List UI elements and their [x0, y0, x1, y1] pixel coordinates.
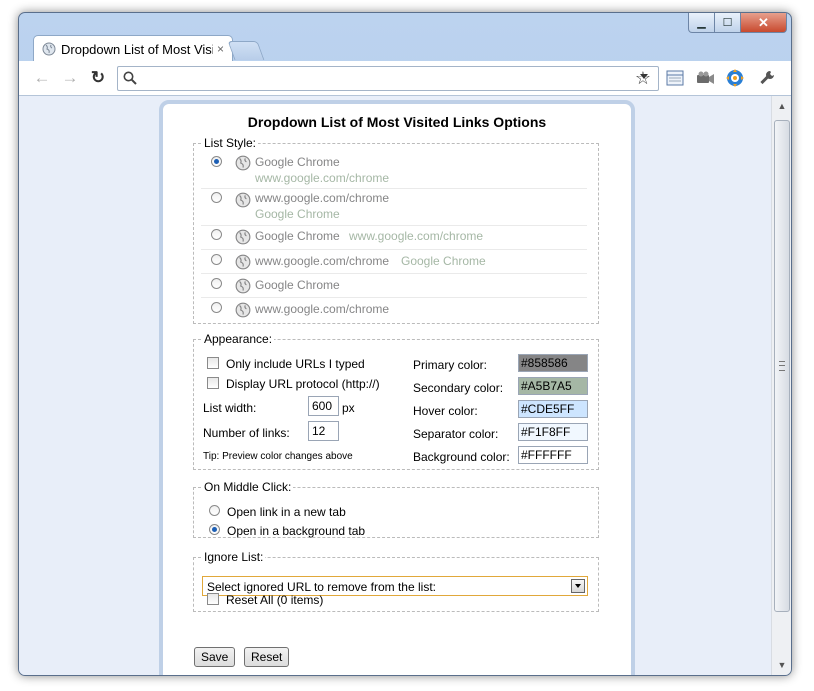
display-protocol-checkbox[interactable]	[207, 377, 219, 389]
minimize-button[interactable]: ▁	[688, 13, 715, 33]
option-primary-text: www.google.com/chrome	[255, 191, 390, 205]
background-color-input[interactable]	[518, 446, 588, 464]
list-style-radio[interactable]	[211, 192, 222, 203]
chevron-down-icon[interactable]	[571, 579, 585, 593]
vertical-scrollbar[interactable]: ▲ ▼	[771, 96, 791, 675]
globe-icon	[235, 278, 251, 294]
tab-close-icon[interactable]: ×	[217, 42, 224, 56]
save-button[interactable]: Save	[194, 647, 236, 667]
only-typed-checkbox[interactable]	[207, 357, 219, 369]
scrollbar-grip-icon	[779, 361, 785, 371]
ignore-list-legend: Ignore List:	[204, 550, 264, 564]
page-title: Dropdown List of Most Visited Links Opti…	[247, 114, 547, 130]
background-color-label: Background color:	[413, 450, 510, 464]
globe-icon	[235, 155, 251, 171]
extension-blue-gear-icon[interactable]	[724, 67, 746, 89]
globe-icon	[235, 192, 251, 208]
open-new-tab-radio[interactable]	[209, 505, 220, 516]
scrollbar-thumb[interactable]	[774, 120, 790, 612]
list-style-radio[interactable]	[211, 278, 222, 289]
list-style-option[interactable]: www.google.com/chrome Google Chrome	[201, 250, 587, 274]
secondary-color-label: Secondary color:	[413, 381, 504, 395]
list-style-option[interactable]: Google Chrome www.google.com/chrome	[201, 152, 587, 189]
primary-color-label: Primary color:	[413, 358, 488, 372]
scroll-down-arrow-icon[interactable]: ▼	[772, 657, 791, 673]
open-background-tab-label: Open in a background tab	[227, 524, 366, 538]
separator-color-label: Separator color:	[413, 427, 499, 441]
scroll-up-arrow-icon[interactable]: ▲	[772, 98, 791, 114]
option-secondary-text: Google Chrome	[255, 207, 340, 221]
bookmark-star-icon[interactable]: ☆	[632, 67, 654, 89]
option-primary-text: www.google.com/chrome	[255, 302, 390, 316]
page-viewport: Dropdown List of Most Visited Links Opti…	[19, 96, 771, 675]
browser-toolbar: ← → ↻ ☆	[19, 61, 791, 96]
appearance-legend: Appearance:	[204, 332, 273, 346]
display-protocol-label: Display URL protocol (http://)	[226, 377, 380, 391]
globe-icon	[42, 42, 56, 56]
option-secondary-text: www.google.com/chrome	[255, 171, 390, 185]
window-controls: ▁ ☐ ✕	[688, 13, 787, 33]
num-links-label: Number of links:	[203, 426, 290, 440]
wrench-icon[interactable]	[756, 67, 778, 89]
middle-click-legend: On Middle Click:	[204, 480, 292, 494]
list-style-radio[interactable]	[211, 302, 222, 313]
reload-icon[interactable]: ↻	[87, 67, 109, 89]
globe-icon	[235, 229, 251, 245]
option-secondary-text: www.google.com/chrome	[349, 229, 484, 243]
tab-title: Dropdown List of Most Visited Links Opti…	[61, 41, 213, 57]
list-style-radio[interactable]	[211, 254, 222, 265]
option-primary-text: Google Chrome	[255, 278, 340, 292]
list-style-option[interactable]: www.google.com/chrome	[201, 298, 587, 321]
open-new-tab-label: Open link in a new tab	[227, 505, 346, 519]
reset-button[interactable]: Reset	[244, 647, 290, 667]
list-width-unit: px	[342, 401, 355, 415]
only-typed-label: Only include URLs I typed	[226, 357, 365, 371]
page-action-icon[interactable]	[664, 67, 686, 89]
option-secondary-text: Google Chrome	[401, 254, 486, 268]
globe-icon	[235, 254, 251, 270]
open-background-tab-radio[interactable]	[209, 524, 220, 535]
separator-color-input[interactable]	[518, 423, 588, 441]
close-window-button[interactable]: ✕	[741, 13, 787, 33]
omnibox-input[interactable]	[144, 69, 618, 88]
list-style-radio[interactable]	[211, 229, 222, 240]
search-icon	[123, 71, 137, 85]
browser-tab[interactable]: Dropdown List of Most Visited Links Opti…	[33, 35, 233, 62]
secondary-color-input[interactable]	[518, 377, 588, 395]
list-style-legend: List Style:	[204, 136, 257, 150]
hover-color-input[interactable]	[518, 400, 588, 418]
primary-color-input[interactable]	[518, 354, 588, 372]
browser-window: ▁ ☐ ✕ Dropdown List of Most Visited Link…	[18, 12, 792, 676]
omnibox[interactable]	[117, 66, 659, 91]
new-tab-button[interactable]	[227, 41, 265, 60]
option-primary-text: www.google.com/chrome	[255, 254, 390, 268]
num-links-input[interactable]	[308, 421, 339, 441]
list-style-radio[interactable]	[211, 156, 222, 167]
options-page: Dropdown List of Most Visited Links Opti…	[159, 100, 635, 675]
extension-camera-icon[interactable]	[694, 67, 716, 89]
forward-arrow-icon[interactable]: →	[59, 67, 81, 89]
option-primary-text: Google Chrome	[255, 229, 340, 243]
back-arrow-icon[interactable]: ←	[31, 67, 53, 89]
list-width-input[interactable]	[308, 396, 339, 416]
globe-icon	[235, 302, 251, 318]
list-style-option[interactable]: Google Chrome www.google.com/chrome	[201, 226, 587, 250]
list-width-label: List width:	[203, 401, 257, 415]
list-style-option[interactable]: www.google.com/chrome Google Chrome	[201, 189, 587, 226]
maximize-button[interactable]: ☐	[715, 13, 741, 33]
reset-all-checkbox[interactable]	[207, 593, 219, 605]
option-primary-text: Google Chrome	[255, 155, 340, 169]
preview-tip: Tip: Preview color changes above	[203, 451, 353, 462]
hover-color-label: Hover color:	[413, 404, 478, 418]
list-style-option[interactable]: Google Chrome	[201, 274, 587, 298]
reset-all-label: Reset All (0 items)	[226, 593, 324, 607]
ignored-url-select-value: Select ignored URL to remove from the li…	[207, 580, 436, 594]
